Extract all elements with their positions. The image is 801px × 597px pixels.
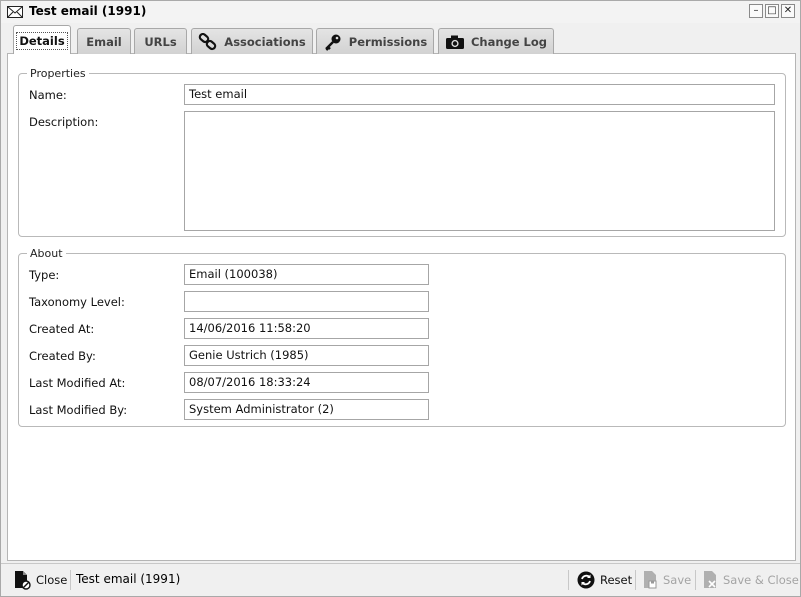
tab-permissions[interactable]: Permissions [316, 28, 434, 54]
status-separator [695, 570, 696, 590]
close-window-button[interactable]: ✕ [781, 4, 795, 18]
close-document-icon [15, 571, 31, 590]
editor-window: Test email (1991) – □ ✕ Details Email UR… [0, 0, 801, 597]
tab-urls[interactable]: URLs [134, 28, 187, 54]
key-icon [324, 34, 341, 51]
name-label: Name: [29, 88, 67, 102]
tab-details[interactable]: Details [13, 25, 71, 55]
tab-change-log[interactable]: Change Log [438, 28, 554, 54]
status-separator [635, 570, 636, 590]
save-and-close-button-label: Save & Close [723, 573, 799, 587]
chain-link-icon [199, 32, 217, 50]
description-label: Description: [29, 115, 99, 129]
envelope-icon [7, 6, 23, 18]
type-field[interactable]: Email (100038) [184, 264, 429, 285]
tab-permissions-label: Permissions [348, 34, 428, 49]
created-by-label: Created By: [29, 349, 96, 363]
about-legend: About [30, 247, 63, 260]
reset-button-label: Reset [600, 573, 633, 587]
details-panel: Properties Name: Test email Description:… [7, 54, 796, 561]
properties-legend: Properties [30, 67, 86, 80]
tab-urls-label: URLs [144, 34, 177, 49]
created-at-label: Created At: [29, 322, 95, 336]
window-title: Test email (1991) [29, 4, 147, 18]
camera-icon [445, 35, 464, 49]
reset-button[interactable]: Reset [577, 569, 632, 591]
last-modified-by-label: Last Modified By: [29, 403, 128, 417]
status-separator [70, 570, 71, 590]
taxonomy-level-label: Taxonomy Level: [29, 295, 125, 309]
tab-change-log-label: Change Log [470, 34, 548, 49]
created-at-field[interactable]: 14/06/2016 11:58:20 [184, 318, 429, 339]
name-input[interactable]: Test email [184, 84, 775, 105]
created-by-field[interactable]: Genie Ustrich (1985) [184, 345, 429, 366]
save-button-label: Save [663, 573, 692, 587]
maximize-button[interactable]: □ [765, 4, 779, 18]
tab-associations[interactable]: Associations [191, 28, 313, 54]
status-title: Test email (1991) [76, 572, 181, 586]
tab-email[interactable]: Email [77, 28, 131, 54]
save-and-close-button[interactable]: Save & Close [702, 569, 799, 591]
last-modified-by-field[interactable]: System Administrator (2) [184, 399, 429, 420]
tab-strip: Details Email URLs Associations Permissi… [7, 24, 796, 55]
minimize-button[interactable]: – [749, 4, 763, 18]
last-modified-at-field[interactable]: 08/07/2016 18:33:24 [184, 372, 429, 393]
save-document-icon [644, 571, 657, 589]
close-button[interactable]: Close [13, 569, 67, 591]
last-modified-at-label: Last Modified At: [29, 376, 126, 390]
close-button-label: Close [36, 573, 68, 587]
status-bar: Close Test email (1991) Reset Save Save … [1, 563, 800, 596]
tab-associations-label: Associations [224, 34, 306, 49]
status-separator [568, 570, 569, 590]
tab-details-label: Details [16, 31, 68, 50]
title-bar: Test email (1991) – □ ✕ [1, 1, 800, 23]
taxonomy-level-field[interactable] [184, 291, 429, 312]
save-button[interactable]: Save [642, 569, 691, 591]
type-label: Type: [29, 268, 60, 282]
save-close-document-icon [704, 571, 716, 588]
description-textarea[interactable] [184, 111, 775, 231]
refresh-icon [577, 571, 595, 589]
tab-email-label: Email [86, 34, 122, 49]
